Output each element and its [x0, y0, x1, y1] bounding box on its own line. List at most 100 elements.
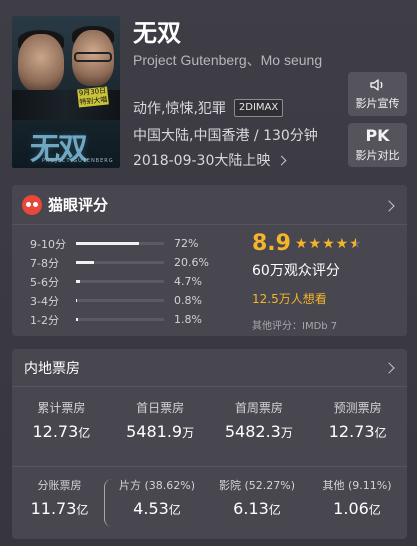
box-office-stat: 分账票房 11.73亿: [12, 477, 107, 518]
stat-label: 首日票房: [136, 401, 185, 415]
distribution-row: 5-6分 4.7%: [30, 272, 224, 291]
star-rating: ★ ★ ★ ★ ★: [295, 236, 362, 252]
poster-glasses: [74, 52, 112, 62]
compare-button[interactable]: PK 影片对比: [348, 123, 407, 167]
speaker-icon: [369, 78, 382, 91]
stat-number: 1.06: [333, 499, 369, 518]
poster-date-sub: 特别大喵: [79, 95, 108, 107]
rating-card-header[interactable]: 猫眼评分: [12, 185, 407, 225]
format-badge: 2DIMAX: [233, 99, 284, 117]
stat-value: 1.06亿: [307, 499, 407, 518]
rating-title: 猫眼评分: [48, 196, 109, 214]
star-full-icon: ★: [322, 235, 335, 252]
stat-value: 11.73亿: [12, 499, 107, 518]
distribution-label: 3-4分: [30, 294, 59, 308]
stat-number: 12.73: [328, 422, 375, 441]
distribution-bar-fill: [76, 299, 78, 302]
distribution-row: 3-4分 0.8%: [30, 291, 224, 310]
distribution-label: 5-6分: [30, 275, 59, 289]
box-office-divider: [12, 466, 407, 467]
distribution-percent: 72%: [174, 237, 199, 250]
distribution-percent: 1.8%: [174, 313, 202, 326]
distribution-label: 7-8分: [30, 256, 59, 270]
box-office-stat: 预测票房 12.73亿: [308, 399, 407, 441]
stat-unit: 万: [182, 426, 195, 440]
box-office-stat: 累计票房 12.73亿: [12, 399, 111, 441]
star-full-icon: ★: [294, 235, 308, 252]
rating-card[interactable]: 猫眼评分 9-10分 72% 7-8分 20.6% 5-6分 4.7% 3-4分 0.8% 1-…: [12, 185, 407, 336]
distribution-bar: [76, 242, 164, 245]
stat-label: 分账票房: [37, 479, 82, 492]
distribution-percent: 4.7%: [174, 275, 202, 288]
stat-number: 4.53: [133, 499, 169, 518]
distribution-row: 1-2分 1.8%: [30, 310, 224, 329]
distribution-bar: [76, 280, 164, 283]
movie-detail-page: 9月30日 特别大喵 无双 PROJECT GUTENBERG 无双 Proje…: [0, 0, 417, 546]
box-office-title: 内地票房: [24, 360, 80, 377]
star-half-icon: ★: [349, 236, 362, 252]
box-office-header[interactable]: 内地票房: [12, 349, 407, 387]
distribution-row: 7-8分 20.6%: [30, 253, 224, 272]
distribution-row: 9-10分 72%: [30, 234, 224, 253]
promo-button[interactable]: 影片宣传: [348, 72, 407, 116]
box-office-stats: 累计票房 12.73亿 首日票房 5481.9万 首周票房 5482.3万 预测票房 12.7…: [12, 399, 407, 441]
stat-value: 5482.3万: [210, 422, 309, 441]
box-office-stat: 影院 (52.27%) 6.13亿: [207, 477, 307, 518]
other-ratings: 其他评分：IMDb 7: [252, 321, 338, 332]
star-full-icon: ★: [335, 235, 349, 252]
score-line: 8.9 ★ ★ ★ ★ ★: [252, 231, 362, 256]
stat-label: 首周票房: [234, 401, 283, 415]
stat-number: 11.73: [30, 499, 77, 518]
stat-unit: 亿: [374, 426, 387, 440]
box-office-stat: 其他 (9.11%) 1.06亿: [307, 477, 407, 518]
box-office-stat: 片方 (38.62%) 4.53亿: [107, 477, 207, 518]
stat-number: 6.13: [233, 499, 269, 518]
poster-figure-left: [18, 34, 64, 92]
stat-unit: 亿: [78, 426, 91, 440]
distribution-percent: 0.8%: [174, 294, 202, 307]
stat-unit: 亿: [76, 503, 89, 517]
distribution-percent: 20.6%: [174, 256, 209, 269]
movie-poster[interactable]: 9月30日 特别大喵 无双 PROJECT GUTENBERG: [12, 16, 120, 168]
box-office-stat: 首日票房 5481.9万: [111, 399, 210, 441]
score-distribution: 9-10分 72% 7-8分 20.6% 5-6分 4.7% 3-4分 0.8% 1-2分 1.8…: [30, 234, 224, 329]
stat-label: 累计票房: [37, 401, 86, 415]
poster-eng-text: PROJECT GUTENBERG: [42, 158, 114, 164]
movie-genres-row: 动作,惊悚,犯罪 2DIMAX: [133, 98, 284, 118]
movie-subtitle: Project Gutenberg、Mo seung: [133, 52, 323, 68]
stat-value: 5481.9万: [111, 422, 210, 441]
stat-unit: 亿: [168, 503, 181, 517]
movie-genres: 动作,惊悚,犯罪: [133, 101, 226, 117]
distribution-bar-fill: [76, 242, 140, 245]
star-full-icon: ★: [308, 235, 322, 252]
chevron-right-icon: [383, 200, 395, 212]
stat-label: 其他 (9.11%): [322, 479, 392, 492]
stat-unit: 亿: [268, 503, 281, 517]
distribution-bar: [76, 318, 164, 321]
stat-value: 4.53亿: [107, 499, 207, 518]
compare-button-label: 影片对比: [355, 148, 400, 162]
stat-label: 预测票房: [333, 401, 382, 415]
chevron-right-icon: [383, 362, 395, 374]
stat-label: 影院 (52.27%): [218, 479, 296, 492]
stat-value: 12.73亿: [12, 422, 111, 441]
distribution-bar: [76, 299, 164, 302]
wish-count: 12.5万人想看: [252, 292, 327, 306]
poster-date-tag: 9月30日 特别大喵: [77, 86, 109, 108]
movie-region-duration: 中国大陆,中国香港 / 130分钟: [133, 128, 318, 144]
movie-release: 2018-09-30大陆上映: [133, 153, 271, 169]
movie-title: 无双: [133, 19, 181, 47]
stat-unit: 亿: [368, 503, 381, 517]
stat-number: 12.73: [32, 422, 79, 441]
stat-unit: 万: [280, 426, 293, 440]
distribution-label: 9-10分: [30, 237, 66, 251]
stat-number: 5482.3: [224, 422, 281, 441]
distribution-bar-fill: [76, 280, 81, 283]
box-office-card[interactable]: 内地票房 累计票房 12.73亿 首日票房 5481.9万 首周票房 5482.3万 预测票…: [12, 349, 407, 539]
distribution-bar: [76, 261, 164, 264]
pk-icon: PK: [365, 125, 390, 145]
distribution-label: 1-2分: [30, 313, 59, 327]
maoyan-cat-icon: [22, 194, 42, 215]
viewer-count: 60万观众评分: [252, 263, 340, 279]
movie-release-link[interactable]: 2018-09-30大陆上映: [133, 150, 287, 170]
